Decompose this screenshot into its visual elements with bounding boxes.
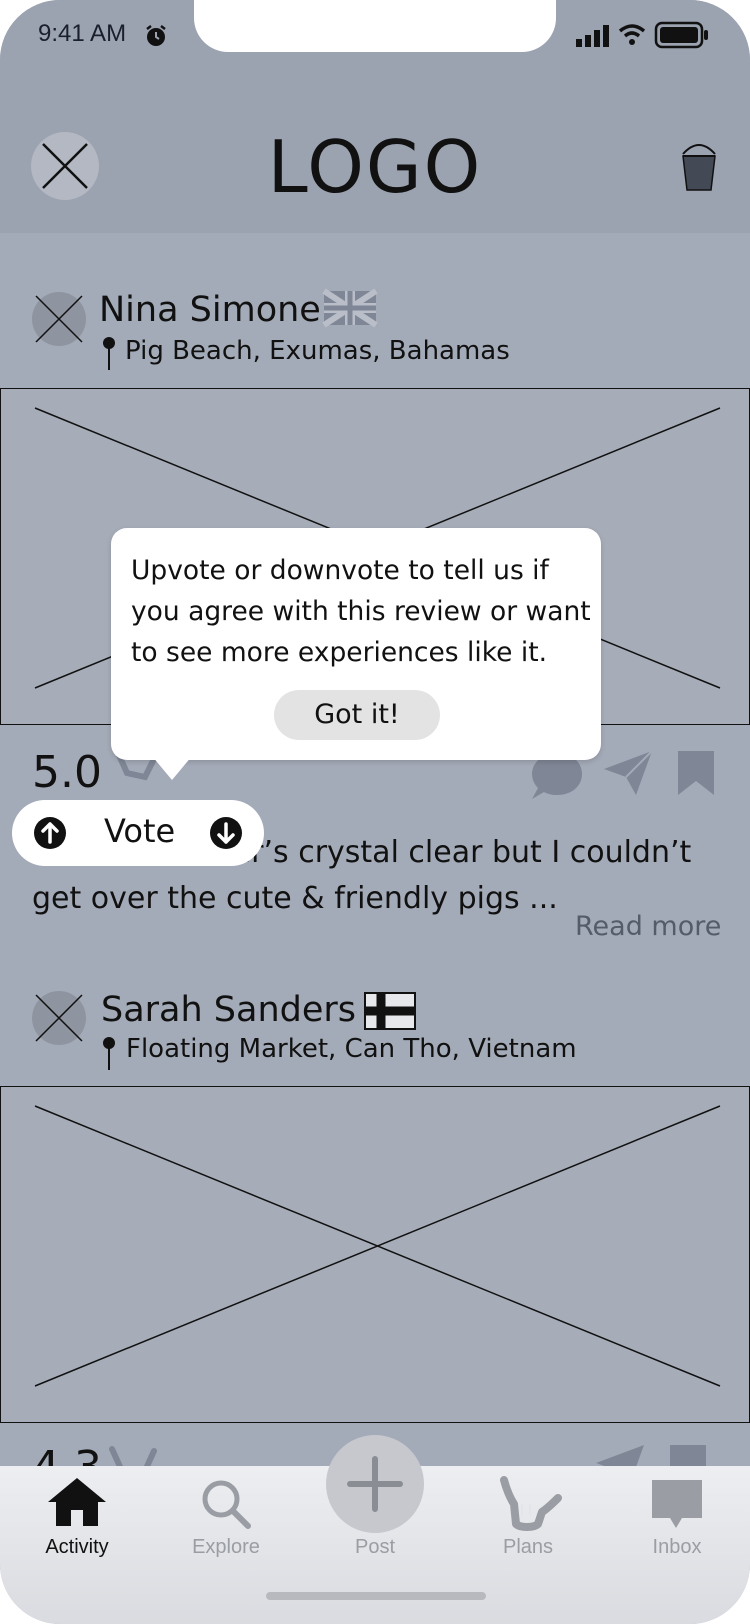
post-location[interactable]: Floating Market, Can Tho, Vietnam (126, 1034, 577, 1064)
chat-bubble-icon (652, 1480, 702, 1528)
bookmark-icon[interactable] (676, 749, 716, 797)
read-more-link[interactable]: Read more (567, 911, 722, 942)
rating-score: 4.3 (32, 1442, 102, 1468)
hang-loose-icon (500, 1476, 562, 1531)
tooltip-line: you agree with this review or want (131, 596, 591, 627)
home-icon (48, 1478, 106, 1526)
location-pin-icon (103, 337, 115, 370)
got-it-button[interactable]: Got it! (274, 690, 440, 740)
downvote-icon[interactable] (209, 816, 243, 850)
tab-explore[interactable]: Explore (166, 1536, 286, 1559)
tooltip-text: Upvote or downvote to tell us if you agr… (131, 550, 591, 673)
tab-activity[interactable]: Activity (17, 1536, 137, 1559)
hang-loose-icon (109, 1446, 157, 1468)
home-indicator (266, 1592, 486, 1600)
vote-label: Vote (104, 812, 176, 850)
tab-inbox[interactable]: Inbox (617, 1536, 737, 1559)
tab-post[interactable]: Post (315, 1536, 435, 1559)
notch (194, 0, 556, 52)
location-pin-icon (103, 1037, 115, 1070)
tooltip-arrow (152, 756, 192, 780)
plus-icon (347, 1456, 403, 1512)
share-icon[interactable] (602, 749, 654, 797)
tooltip-line: Upvote or downvote to tell us if (131, 555, 549, 586)
avatar-placeholder-icon (35, 295, 83, 343)
tab-plans[interactable]: Plans (468, 1536, 588, 1559)
search-icon (202, 1480, 251, 1529)
rating-score: 5.0 (32, 747, 102, 798)
share-icon[interactable] (594, 1443, 646, 1468)
avatar-placeholder-icon (35, 994, 83, 1042)
image-placeholder-icon (34, 1105, 721, 1387)
user-name[interactable]: Nina Simone (99, 290, 321, 330)
finland-flag-icon (364, 992, 416, 1030)
upvote-icon[interactable] (33, 816, 67, 850)
signal-icon (576, 25, 609, 47)
wifi-icon (618, 24, 646, 45)
battery-icon (654, 21, 708, 49)
bucket-icon[interactable] (680, 142, 718, 192)
alarm-icon (146, 25, 166, 46)
user-name[interactable]: Sarah Sanders (101, 990, 356, 1030)
phone-screen: 9:41 AM LOGO Nina Simone Pig Beach, Exum… (0, 0, 750, 1624)
app-logo: LOGO (267, 125, 483, 209)
tooltip-line: to see more experiences like it. (131, 637, 548, 668)
post-location[interactable]: Pig Beach, Exumas, Bahamas (125, 336, 510, 366)
bookmark-icon[interactable] (668, 1443, 708, 1468)
uk-flag-icon (322, 288, 378, 328)
status-time: 9:41 AM (38, 20, 127, 47)
